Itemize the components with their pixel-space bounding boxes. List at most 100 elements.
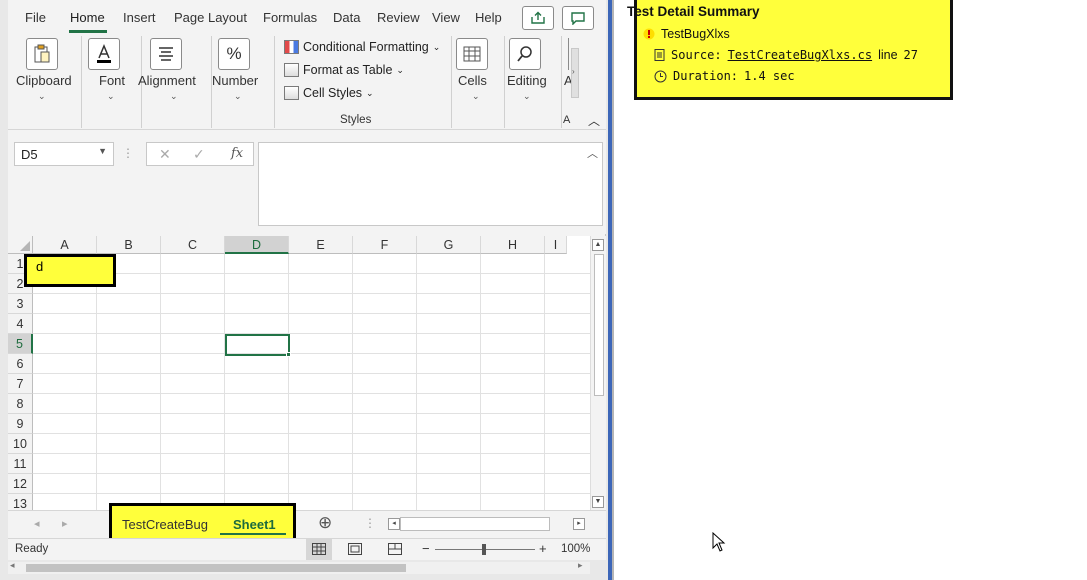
vertical-scroll-thumb[interactable] xyxy=(594,254,604,396)
add-sheet-icon[interactable]: ⊕ xyxy=(318,513,332,533)
row-header-5[interactable]: 5 xyxy=(8,334,33,354)
enter-icon[interactable]: ✓ xyxy=(193,146,205,163)
format-as-table-button[interactable]: Format as Table ⌄ xyxy=(284,63,404,77)
cell-styles-button[interactable]: Cell Styles ⌄ xyxy=(284,86,374,100)
clipboard-group[interactable]: Clipboard ⌄ xyxy=(8,36,78,130)
editing-group[interactable]: Editing ⌄ xyxy=(505,36,559,130)
tab-split-grip-icon[interactable]: ⋮ xyxy=(364,516,376,530)
collapse-ribbon-icon[interactable]: ︿ xyxy=(588,112,600,129)
horizontal-scroll-thumb[interactable] xyxy=(400,517,550,531)
duration-value: 1.4 sec xyxy=(744,69,795,83)
tab-file[interactable]: File xyxy=(25,10,46,25)
window-scroll-thumb[interactable] xyxy=(26,564,406,572)
row-header-12[interactable]: 12 xyxy=(8,474,33,494)
column-header-h[interactable]: H xyxy=(481,236,545,254)
test-summary-highlight: Test Detail Summary TestBugXlxs Source: … xyxy=(627,0,953,100)
cells-group[interactable]: Cells ⌄ xyxy=(452,36,504,130)
scroll-right-icon[interactable]: ▸ xyxy=(578,560,583,571)
name-box-value: D5 xyxy=(21,147,38,162)
fill-handle[interactable] xyxy=(286,352,291,357)
zoom-in-icon[interactable]: + xyxy=(539,541,547,556)
page-layout-view-icon[interactable] xyxy=(348,543,362,555)
row-header-6[interactable]: 6 xyxy=(8,354,33,374)
chevron-down-icon: ⌄ xyxy=(366,87,374,98)
row-header-11[interactable]: 11 xyxy=(8,454,33,474)
gridline-horizontal xyxy=(33,473,593,474)
row-header-13[interactable]: 13 xyxy=(8,494,33,510)
cells-icon xyxy=(456,38,488,70)
tab-review[interactable]: Review xyxy=(377,10,420,25)
row-header-10[interactable]: 10 xyxy=(8,434,33,454)
scroll-up-icon[interactable]: ▲ xyxy=(592,239,604,251)
tab-home[interactable]: Home xyxy=(70,10,105,25)
column-header-g[interactable]: G xyxy=(417,236,481,254)
chevron-down-icon: ⌄ xyxy=(396,64,404,75)
tab-data[interactable]: Data xyxy=(333,10,360,25)
search-icon xyxy=(509,38,541,70)
truncated-group-label: A xyxy=(563,114,571,126)
tab-help[interactable]: Help xyxy=(475,10,502,25)
grid-view-icon xyxy=(312,543,326,555)
screen: File Home Insert Page Layout Formulas Da… xyxy=(0,0,1087,580)
name-box[interactable]: D5 ▼ xyxy=(14,142,114,166)
column-header-i[interactable]: I xyxy=(545,236,567,254)
conditional-formatting-button[interactable]: Conditional Formatting ⌄ xyxy=(284,40,440,54)
alignment-group[interactable]: Alignment ⌄ xyxy=(138,36,206,130)
conditional-formatting-label: Conditional Formatting xyxy=(303,40,429,54)
zoom-out-icon[interactable]: − xyxy=(422,541,430,556)
column-header-a[interactable]: A xyxy=(33,236,97,254)
number-group[interactable]: % Number ⌄ xyxy=(212,36,272,130)
page-break-view-icon[interactable] xyxy=(388,543,402,555)
source-row: Source: TestCreateBugXlxs.cs line 27 xyxy=(654,48,918,62)
scroll-down-icon[interactable]: ▼ xyxy=(592,496,604,508)
worksheet-grid[interactable]: ABCDEFGHI 1 2 3 4 5 6 7 8 9 10 11 12 13 d ▲ ▼ xyxy=(8,236,606,510)
tab-formulas[interactable]: Formulas xyxy=(263,10,317,25)
column-header-b[interactable]: B xyxy=(97,236,161,254)
font-color-icon xyxy=(88,38,120,70)
row-header-9[interactable]: 9 xyxy=(8,414,33,434)
table-icon xyxy=(284,63,299,77)
column-header-d[interactable]: D xyxy=(225,236,289,254)
scroll-right-icon[interactable]: ▸ xyxy=(573,518,585,530)
window-horizontal-scrollbar[interactable]: ◂ ▸ xyxy=(8,560,590,574)
row-header-7[interactable]: 7 xyxy=(8,374,33,394)
source-file-link[interactable]: TestCreateBugXlxs.cs xyxy=(728,48,873,62)
summary-title: Test Detail Summary xyxy=(627,4,760,19)
normal-view-button[interactable] xyxy=(306,539,332,560)
scroll-left-icon[interactable]: ◂ xyxy=(10,560,15,571)
gridline-horizontal xyxy=(33,433,593,434)
share-button[interactable] xyxy=(522,6,554,30)
zoom-level[interactable]: 100% xyxy=(561,543,590,555)
comments-button[interactable] xyxy=(562,6,594,30)
row-header-4[interactable]: 4 xyxy=(8,314,33,334)
font-group[interactable]: Font ⌄ xyxy=(82,36,140,130)
formula-input[interactable]: ︿ xyxy=(258,142,603,226)
sheet-tab-sheet1[interactable]: Sheet1 xyxy=(233,517,276,532)
gridline-horizontal xyxy=(33,413,593,414)
chevron-down-icon[interactable]: ▼ xyxy=(98,146,107,156)
column-header-f[interactable]: F xyxy=(353,236,417,254)
tab-insert[interactable]: Insert xyxy=(123,10,156,25)
row-header-8[interactable]: 8 xyxy=(8,394,33,414)
ribbon-scroll-right[interactable]: › xyxy=(571,48,579,98)
cell-a1-value[interactable]: d xyxy=(36,259,43,274)
tab-view[interactable]: View xyxy=(432,10,460,25)
insert-function-icon[interactable]: fx xyxy=(231,146,243,161)
cancel-icon[interactable]: ✕ xyxy=(159,146,171,163)
scroll-left-icon[interactable]: ◂ xyxy=(388,518,400,530)
editing-label: Editing xyxy=(507,73,547,88)
sheet-tab-bar: ◂ ▸ TestCreateBug Sheet1 ⊕ ⋮ ◂ ▸ xyxy=(8,503,606,548)
zoom-slider-thumb[interactable] xyxy=(482,544,486,555)
collapse-formula-bar-icon[interactable]: ︿ xyxy=(587,145,598,161)
column-header-e[interactable]: E xyxy=(289,236,353,254)
prev-sheet-icon[interactable]: ◂ xyxy=(34,517,40,530)
sheet-tab-testcreatebug[interactable]: TestCreateBug xyxy=(122,517,208,532)
next-sheet-icon[interactable]: ▸ xyxy=(62,517,68,530)
select-all-corner[interactable] xyxy=(8,236,33,254)
chevron-right-icon: › xyxy=(572,67,575,76)
column-header-c[interactable]: C xyxy=(161,236,225,254)
selected-cell-d5[interactable] xyxy=(225,334,290,356)
tab-page-layout[interactable]: Page Layout xyxy=(174,10,247,25)
row-header-3[interactable]: 3 xyxy=(8,294,33,314)
vertical-scrollbar[interactable]: ▲ ▼ xyxy=(590,236,606,510)
